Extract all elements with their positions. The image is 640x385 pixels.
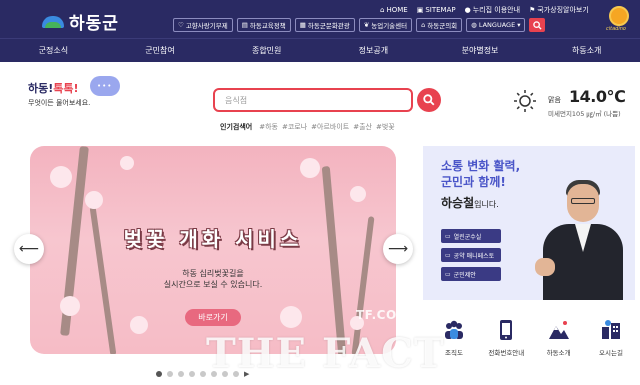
nav-item-participation[interactable]: 군민참여 (107, 39, 214, 62)
talk-title: 하동!톡톡! (28, 82, 79, 95)
nav-item-disclosure[interactable]: 정보공개 (320, 39, 427, 62)
governor-panel: 소통 변화 활력, 군민과 함께! 하승철입니다. ▭ 열린군수실 ▭ 공약 매니페… (423, 146, 635, 300)
mascot-logo[interactable]: citadino (606, 4, 632, 34)
governor-headline: 소통 변화 활력, 군민과 함께! (441, 159, 521, 189)
tree-trunk (321, 166, 347, 354)
leaf-icon: ❦ (363, 21, 370, 29)
banner-go-button[interactable]: 바로가기 (185, 309, 241, 326)
search-icon (533, 20, 542, 30)
keyword-link[interactable]: #벚꽃 (376, 122, 395, 132)
phone-icon (500, 320, 513, 340)
blossom (120, 156, 134, 170)
pagination-dot[interactable] (156, 371, 162, 377)
document-icon: ▭ (445, 251, 451, 259)
weather-dust: 미세먼지105 ㎍/㎥ (나쁨) (548, 110, 621, 118)
blossom (350, 186, 366, 202)
nav-item-field-info[interactable]: 분야별정보 (427, 39, 534, 62)
sun-mascot-icon (609, 6, 629, 26)
open-office-link[interactable]: ▭ 열린군수실 (441, 229, 501, 243)
chevron-down-icon: ▾ (517, 21, 521, 29)
blossom (300, 158, 320, 178)
utility-links: ⌂ HOME ▣ SITEMAP ● 누리집 이용안내 ⚑ 국가상징알아보기 (380, 5, 589, 15)
arrow-right-icon: ⟶ (387, 241, 409, 257)
citizen-proposal-link[interactable]: ▭ 군민제안 (441, 267, 501, 281)
quick-link-agri-center[interactable]: ❦ 농업기술센터 (358, 18, 413, 32)
keyword-link[interactable]: #하동 (259, 122, 278, 132)
quick-link-education[interactable]: ▤ 하동교육정책 (236, 18, 291, 32)
org-chart-icon (445, 320, 463, 339)
quick-icon-menu: 조직도 전화번호안내 하동소개 오시는길 (430, 318, 635, 357)
talk-subtitle: 무엇이든 물어보세요. (28, 99, 91, 107)
search-icon (423, 94, 435, 106)
main-nav: 군정소식 군민참여 종합민원 정보공개 분야별정보 하동소개 (0, 38, 640, 62)
weather-temperature: 14.0℃ (569, 87, 626, 106)
search-input[interactable]: 음식점 (213, 88, 413, 112)
building-icon: ▦ (299, 21, 306, 29)
blossom (85, 191, 103, 209)
nav-item-news[interactable]: 군정소식 (0, 39, 107, 62)
pagination-dot[interactable] (167, 371, 173, 377)
map-icon (601, 320, 620, 339)
watermark-small: TF.CO.KR (356, 308, 422, 322)
weather-sky: 맑음 (548, 96, 561, 104)
home-icon: ⌂ (421, 21, 426, 29)
chat-icon: ▭ (445, 232, 451, 240)
home-icon: ⌂ (380, 6, 385, 14)
banner-prev-button[interactable]: ⟵ (14, 234, 44, 264)
keyword-link[interactable]: #코로나 (282, 122, 307, 132)
logo-text: 하동군 (69, 14, 119, 34)
book-icon: ▤ (241, 21, 248, 29)
main-banner[interactable]: 벚꽃 개화 서비스 하동 십리벚꽃길을 실시간으로 보실 수 있습니다. 바로가… (30, 146, 396, 354)
site-logo[interactable]: 하동군 (42, 9, 119, 34)
banner-title: 벚꽃 개화 서비스 (123, 227, 303, 251)
pagination-dot[interactable] (178, 371, 184, 377)
keyword-link[interactable]: #출산 (353, 122, 372, 132)
governor-links: ▭ 열린군수실 ▭ 공약 매니페스토 ▭ 군민제안 (441, 229, 501, 281)
quick-link-hometown-donation[interactable]: ♡ 고향사랑기부제 (173, 18, 233, 32)
sitemap-link[interactable]: ▣ SITEMAP (417, 6, 456, 14)
manifesto-link[interactable]: ▭ 공약 매니페스토 (441, 248, 501, 262)
person-icon: ● (464, 6, 471, 14)
blossom (50, 166, 72, 188)
blossom (130, 316, 148, 334)
quick-icon-directions[interactable]: 오시는길 (587, 318, 635, 357)
mascot-tag: citadino (606, 26, 626, 32)
national-symbol-link[interactable]: ⚑ 국가상징알아보기 (529, 5, 589, 15)
keyword-link[interactable]: #아르바이트 (311, 122, 349, 132)
guide-link[interactable]: ● 누리집 이용안내 (465, 5, 520, 15)
language-select[interactable]: ◍ LANGUAGE ▾ (466, 18, 526, 32)
logo-mark-icon (42, 14, 64, 30)
pagination-dot[interactable] (189, 371, 195, 377)
arrow-left-icon: ⟵ (18, 241, 40, 257)
chat-bubble-icon: ••• (90, 76, 120, 96)
chat-icon: ▭ (445, 270, 451, 278)
blossom (280, 306, 302, 328)
search-button[interactable] (417, 88, 441, 112)
quick-link-tourism[interactable]: ▦ 하동군문화관광 (294, 18, 355, 32)
top-bar: 하동군 ⌂ HOME ▣ SITEMAP ● 누리집 이용안내 ⚑ 국가상징알아보기 ♡… (0, 0, 640, 38)
quick-link-council[interactable]: ⌂ 하동군의회 (416, 18, 463, 32)
banner-subtitle: 하동 십리벚꽃길을 실시간으로 보실 수 있습니다. (163, 269, 263, 289)
quick-links: ♡ 고향사랑기부제 ▤ 하동교육정책 ▦ 하동군문화관광 ❦ 농업기술센터 ⌂ 하동군의회… (173, 18, 546, 32)
sun-icon (514, 90, 536, 112)
nav-item-about[interactable]: 하동소개 (533, 39, 640, 62)
quick-icon-about[interactable]: 하동소개 (535, 318, 583, 357)
blossom (60, 296, 80, 316)
nav-item-civil-service[interactable]: 종합민원 (213, 39, 320, 62)
talk-talk-promo[interactable]: 하동!톡톡! 무엇이든 물어보세요. ••• (28, 76, 120, 108)
banner-next-button[interactable]: ⟶ (383, 234, 413, 264)
heart-icon: ♡ (178, 21, 184, 29)
home-link[interactable]: ⌂ HOME (380, 6, 408, 14)
governor-photo (535, 176, 627, 300)
sitemap-icon: ▣ (416, 6, 424, 14)
flag-icon: ⚑ (529, 6, 536, 14)
header-search-button[interactable] (529, 18, 546, 32)
mountain-icon (548, 321, 569, 339)
popular-label: 인기검색어 (220, 123, 253, 131)
globe-icon: ◍ (471, 21, 477, 29)
watermark-big: THE FACT (206, 330, 445, 377)
popular-keywords: 인기검색어 #하동 #코로나 #아르바이트 #출산 #벚꽃 (220, 122, 395, 132)
quick-icon-phone[interactable]: 전화번호안내 (482, 318, 530, 357)
governor-name: 하승철입니다. (441, 196, 499, 210)
